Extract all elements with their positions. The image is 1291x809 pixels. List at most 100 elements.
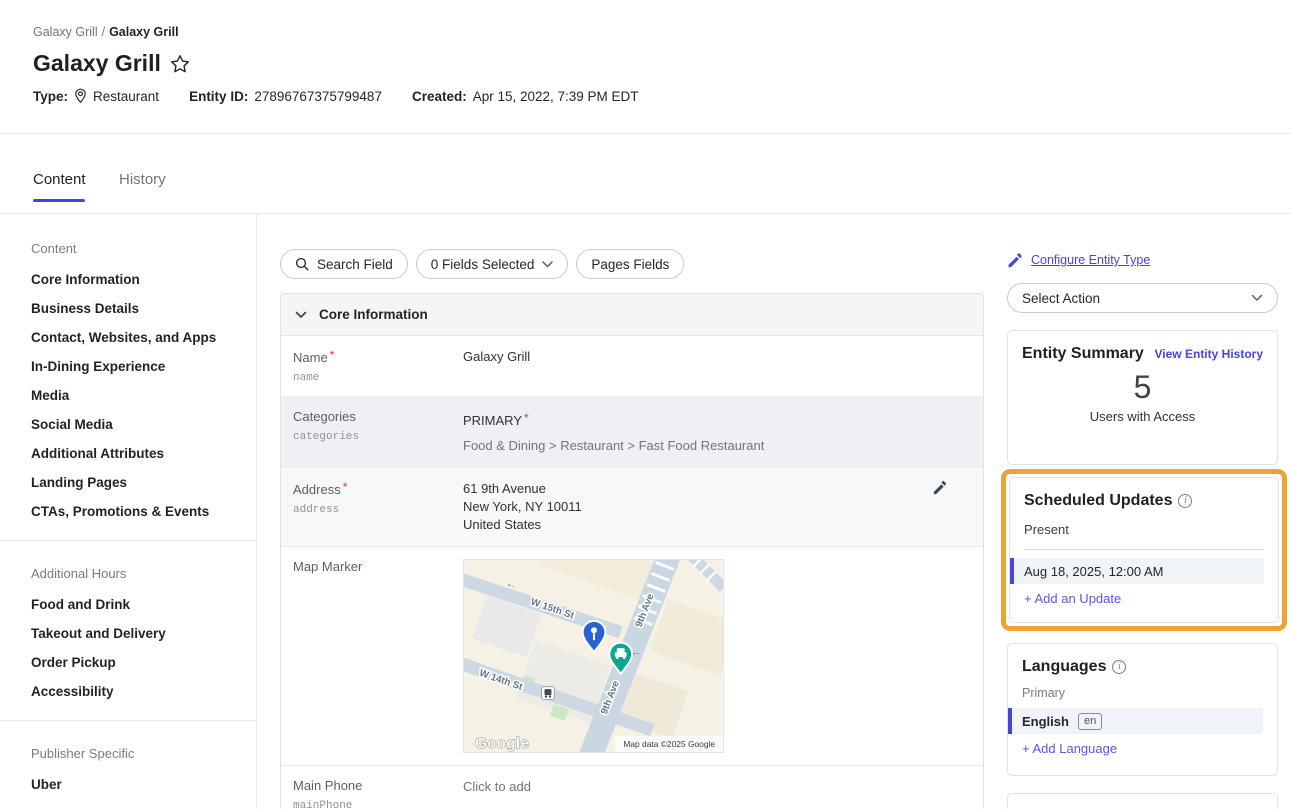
language-name: English (1022, 714, 1069, 729)
entity-editor-page: Galaxy Grill / Galaxy Grill Galaxy Grill T… (0, 0, 1291, 809)
field-row-main-phone[interactable]: Main Phone mainPhone Click to add (281, 766, 983, 809)
sidebar-item-business-details[interactable]: Business Details (31, 300, 236, 317)
address-line2: New York, NY 10011 (463, 498, 582, 516)
sidebar-item-social-media[interactable]: Social Media (31, 416, 236, 433)
categories-path: Food & Dining > Restaurant > Fast Food R… (463, 437, 764, 455)
search-field-button[interactable]: Search Field (280, 249, 408, 279)
languages-title: Languages (1022, 658, 1106, 676)
required-asterisk (524, 411, 529, 425)
field-row-map-marker[interactable]: Map Marker (281, 547, 983, 766)
search-icon (295, 257, 309, 271)
field-toolbar: Search Field 0 Fields Selected Pages Fie… (280, 249, 684, 279)
section-title: Core Information (319, 307, 428, 322)
sidebar-item-uber[interactable]: Uber (31, 776, 236, 793)
tab-history[interactable]: History (119, 171, 166, 188)
next-card-partial (1007, 793, 1278, 809)
sidebar-section-publisher-specific: Publisher Specific (31, 746, 236, 761)
name-api-name: name (293, 372, 463, 384)
field-label-categories: Categories categories (293, 409, 463, 455)
categories-value[interactable]: PRIMARY Food & Dining > Restaurant > Fas… (463, 409, 764, 455)
languages-card: Languages Primary English en + Add Langu… (1007, 643, 1278, 776)
select-action-label: Select Action (1022, 291, 1100, 306)
breadcrumb-separator: / (102, 25, 105, 39)
add-language-link[interactable]: + Add Language (1022, 741, 1263, 756)
search-field-label: Search Field (317, 257, 393, 272)
scheduled-updates-title: Scheduled Updates (1024, 492, 1172, 510)
sidebar-divider-2 (0, 720, 257, 721)
users-with-access-count: 5 (1022, 369, 1263, 406)
field-label-map-marker: Map Marker (293, 559, 463, 753)
field-label-address: Address address (293, 480, 463, 534)
field-label-main-phone: Main Phone mainPhone (293, 778, 463, 809)
primary-language-label: Primary (1022, 686, 1263, 700)
sidebar-section-content: Content (31, 241, 236, 256)
info-icon[interactable] (1178, 494, 1192, 508)
categories-primary-label: PRIMARY (463, 413, 522, 428)
breadcrumb: Galaxy Grill / Galaxy Grill (33, 25, 179, 39)
scheduled-update-item[interactable]: Aug 18, 2025, 12:00 AM (1010, 558, 1264, 584)
view-entity-history-link[interactable]: View Entity History (1155, 347, 1263, 361)
location-pin-icon (74, 88, 87, 104)
map-marker-label: Map Marker (293, 559, 463, 574)
address-line3: United States (463, 516, 582, 534)
sidebar-item-accessibility[interactable]: Accessibility (31, 683, 236, 700)
entity-id-label: Entity ID: (189, 89, 248, 104)
map-preview[interactable]: ← ← W 15th St W 14th St 9th Ave 9th Ave (463, 559, 724, 753)
field-row-categories[interactable]: Categories categories PRIMARY Food & Din… (281, 397, 983, 468)
bus-stop-icon (542, 687, 555, 700)
main-phone-placeholder[interactable]: Click to add (463, 779, 531, 794)
entity-id: Entity ID: 27896767375799487 (189, 89, 382, 104)
address-value[interactable]: 61 9th Avenue New York, NY 10011 United … (463, 480, 582, 534)
chevron-down-icon (542, 261, 553, 268)
type-value: Restaurant (93, 89, 159, 104)
field-row-name[interactable]: Name name Galaxy Grill (281, 336, 983, 397)
fields-selected-dropdown[interactable]: 0 Fields Selected (416, 249, 569, 279)
breadcrumb-parent[interactable]: Galaxy Grill (33, 25, 98, 39)
sidebar-item-media[interactable]: Media (31, 387, 236, 404)
sidebar-section-additional-hours: Additional Hours (31, 566, 236, 581)
pages-fields-button[interactable]: Pages Fields (576, 249, 684, 279)
scheduled-updates-highlight: Scheduled Updates Present Aug 18, 2025, … (1001, 469, 1287, 631)
configure-entity-type-link[interactable]: Configure Entity Type (1007, 252, 1150, 268)
entity-meta: Type: Restaurant Entity ID: 278967673757… (33, 88, 639, 104)
created-label: Created: (412, 89, 467, 104)
google-logo: Google (475, 736, 529, 752)
categories-api-name: categories (293, 431, 463, 443)
language-code-badge: en (1078, 713, 1102, 730)
required-asterisk (330, 348, 335, 362)
favorite-star-icon[interactable] (170, 54, 190, 74)
collapse-chevron-icon[interactable] (295, 311, 307, 319)
pencil-icon (1007, 252, 1023, 268)
sidebar-divider (0, 540, 257, 541)
sidebar-item-contact-websites-apps[interactable]: Contact, Websites, and Apps (31, 329, 236, 346)
select-action-dropdown[interactable]: Select Action (1007, 283, 1278, 313)
info-icon[interactable] (1112, 660, 1126, 674)
sidebar-item-food-and-drink[interactable]: Food and Drink (31, 596, 236, 613)
field-row-address[interactable]: Address address 61 9th Avenue New York, … (281, 468, 983, 547)
add-update-link[interactable]: + Add an Update (1024, 591, 1264, 606)
scheduled-updates-card: Scheduled Updates Present Aug 18, 2025, … (1009, 477, 1279, 623)
sidebar-item-additional-attributes[interactable]: Additional Attributes (31, 445, 236, 462)
card-divider (1024, 549, 1264, 550)
address-label: Address (293, 482, 341, 497)
core-information-panel: Core Information Name name Galaxy Grill … (280, 293, 984, 809)
users-with-access-label: Users with Access (1022, 409, 1263, 424)
type-label: Type: (33, 89, 68, 104)
categories-label: Categories (293, 409, 463, 424)
fields-selected-label: 0 Fields Selected (431, 257, 535, 272)
language-item-english[interactable]: English en (1008, 708, 1263, 734)
sidebar-item-landing-pages[interactable]: Landing Pages (31, 474, 236, 491)
edit-pencil-icon[interactable] (932, 480, 947, 500)
sidebar-item-order-pickup[interactable]: Order Pickup (31, 654, 236, 671)
sidebar-item-takeout-and-delivery[interactable]: Takeout and Delivery (31, 625, 236, 642)
name-value[interactable]: Galaxy Grill (463, 348, 530, 384)
sidebar-item-in-dining-experience[interactable]: In-Dining Experience (31, 358, 236, 375)
section-header-core-information[interactable]: Core Information (281, 294, 983, 336)
sidebar-item-core-information[interactable]: Core Information (31, 271, 236, 288)
tab-content[interactable]: Content (33, 171, 86, 188)
entity-summary-title: Entity Summary (1022, 345, 1144, 363)
active-tab-indicator (33, 199, 85, 202)
sidebar-item-ctas-promotions-events[interactable]: CTAs, Promotions & Events (31, 503, 236, 520)
breadcrumb-current: Galaxy Grill (109, 25, 178, 39)
entity-id-value: 27896767375799487 (254, 89, 382, 104)
